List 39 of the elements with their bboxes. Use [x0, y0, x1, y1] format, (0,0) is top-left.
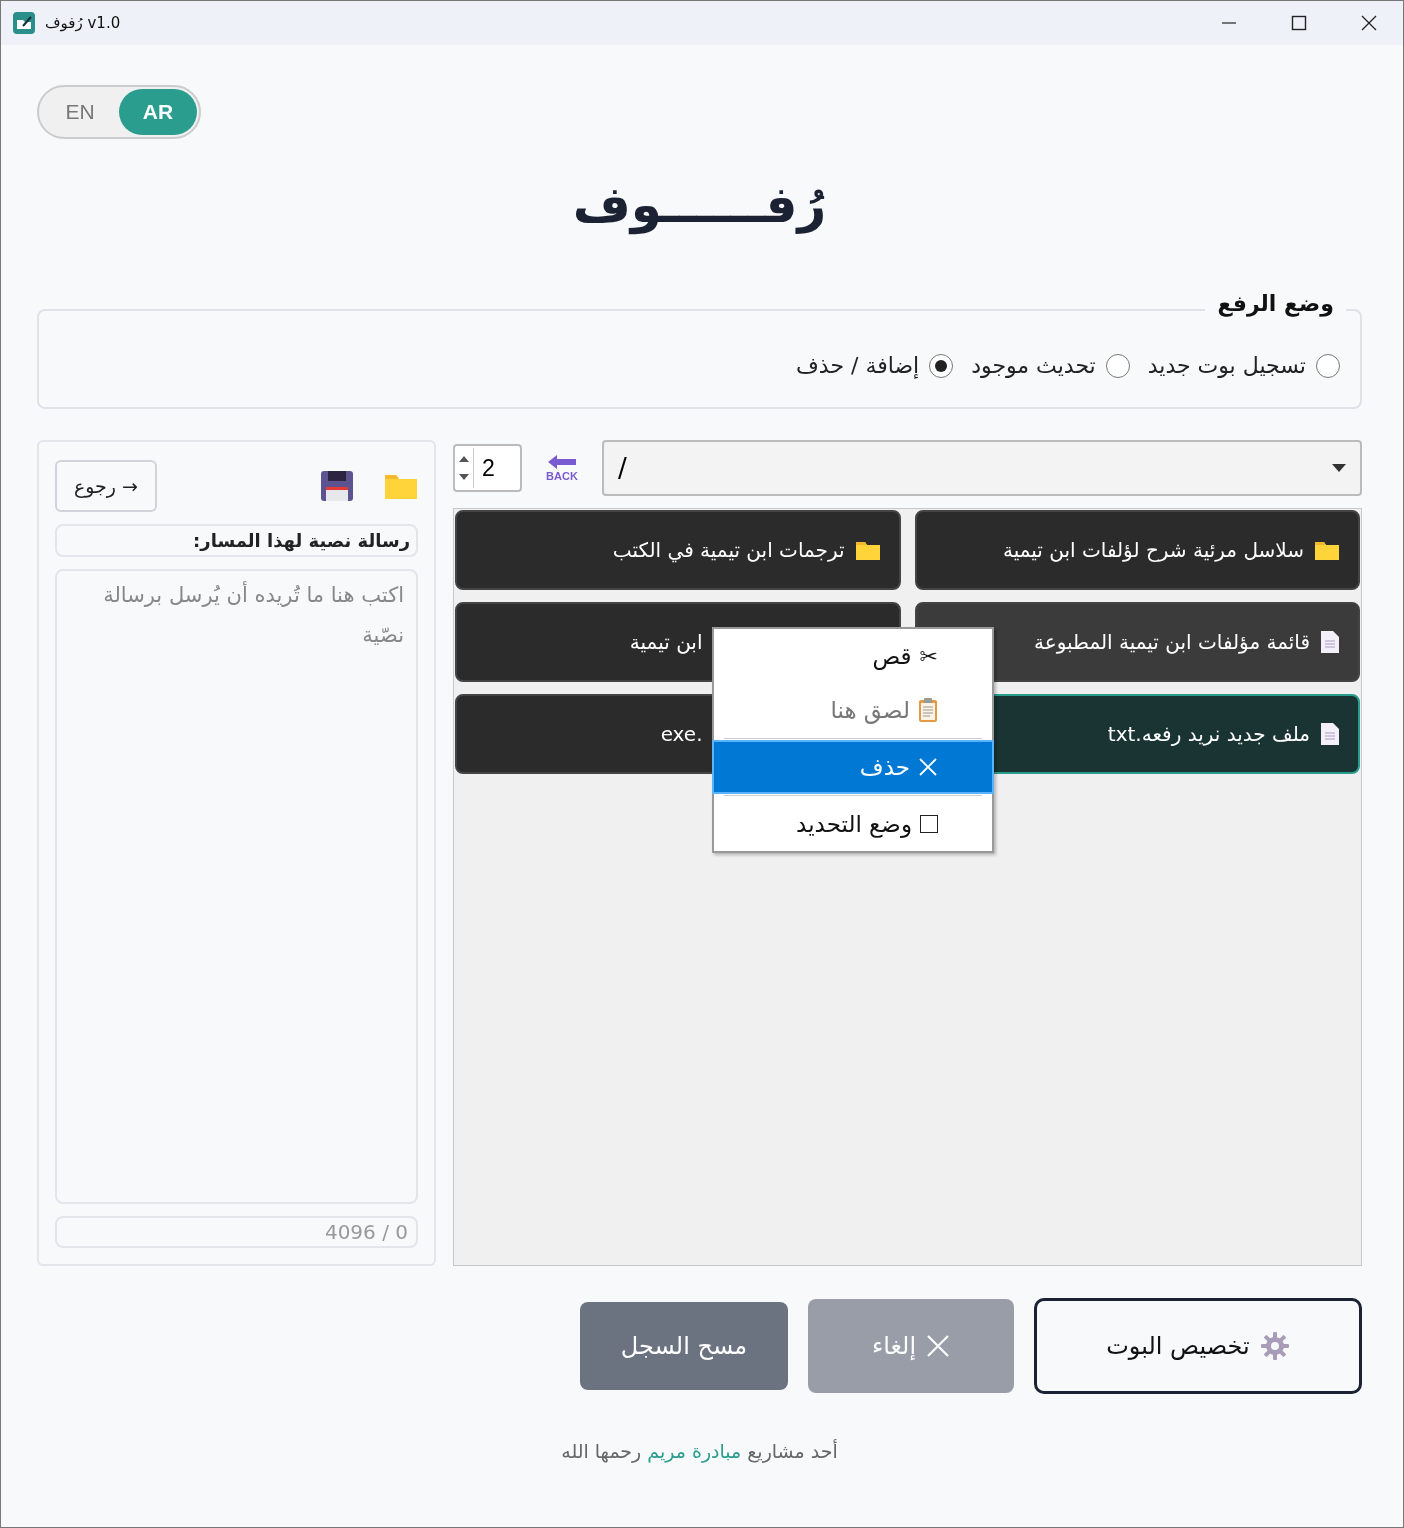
radio-button[interactable] — [1316, 353, 1340, 378]
scissors-icon: ✂ — [919, 643, 938, 669]
maximize-icon[interactable] — [1291, 15, 1307, 31]
app-icon — [13, 12, 35, 34]
window-title: رُفوف v1.0 — [45, 14, 121, 32]
gear-icon — [1259, 1331, 1290, 1361]
folder-icon — [854, 539, 881, 561]
folder-icon — [1314, 539, 1340, 561]
save-icon[interactable] — [320, 470, 354, 502]
dropdown-caret-icon — [1332, 464, 1346, 472]
footer-text: رحمها الله — [561, 1440, 642, 1462]
file-tile[interactable]: ترجمات ابن تيمية في الكتب — [455, 510, 901, 590]
character-counter: 0 / 4096 — [55, 1216, 418, 1248]
clear-log-button[interactable]: مسح السجل — [580, 1302, 788, 1390]
checkbox[interactable] — [920, 815, 938, 833]
app-title: رُفــــــوف — [571, 175, 828, 237]
spin-box[interactable]: 2 — [453, 444, 522, 492]
message-label: رسالة نصية لهذا المسار: — [55, 524, 418, 557]
group-legend: وضع الرفع — [1205, 291, 1346, 316]
path-dropdown[interactable]: / — [602, 440, 1362, 496]
radio-label[interactable]: تسجيل بوت جديد — [1147, 353, 1306, 378]
radio-label[interactable]: إضافة / حذف — [796, 353, 920, 378]
customize-button[interactable]: تخصيص البوت — [1034, 1298, 1362, 1394]
menu-item[interactable]: وضع التحديد — [714, 797, 992, 851]
document-icon — [1320, 722, 1340, 746]
message-field[interactable]: اكتب هنا ما تُريده أن يُرسل برسالة نصّية — [55, 569, 418, 1204]
file-tile[interactable]: سلاسل مرئية شرح لؤلفات ابن تيمية — [914, 510, 1360, 590]
menu-item[interactable]: حذف — [712, 740, 994, 794]
footer-text: أحد مشاريع — [747, 1440, 838, 1462]
close-icon — [918, 757, 938, 777]
radio-label[interactable]: تحديث موجود — [971, 353, 1096, 378]
close-icon[interactable] — [1361, 15, 1377, 31]
clipboard-icon — [918, 697, 938, 723]
close-icon — [926, 1334, 951, 1358]
language-option[interactable]: EN — [41, 89, 119, 135]
back-button[interactable]: → رجوع — [55, 460, 157, 512]
radio-button[interactable] — [929, 353, 954, 378]
document-icon — [1320, 630, 1340, 654]
radio-button[interactable] — [1105, 353, 1130, 378]
